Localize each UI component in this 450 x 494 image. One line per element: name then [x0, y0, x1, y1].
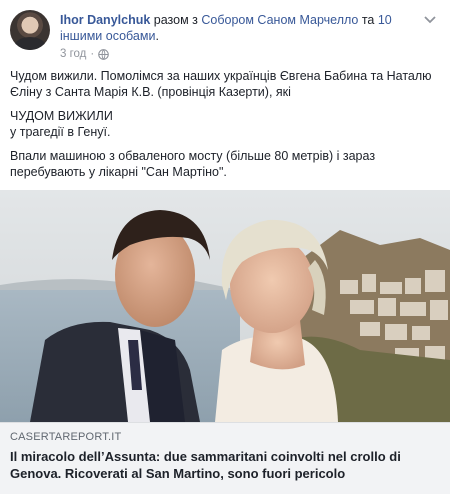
author-name-link[interactable]: Ihor Danylchuk	[60, 13, 150, 27]
post-content: Чудом вижили. Помолімся за наших українц…	[10, 68, 440, 188]
globe-icon[interactable]	[98, 48, 110, 60]
period-text: .	[155, 29, 159, 43]
with-text: разом з	[150, 13, 202, 27]
post-paragraph-3: Впали машиною з обваленого мосту (більше…	[10, 149, 376, 179]
post-line-caps: ЧУДОМ ВИЖИЛИ	[10, 109, 113, 123]
facebook-post: Ihor Danylchuk разом з Собором Саном Мар…	[0, 0, 450, 494]
post-meta: 3 год ·	[60, 48, 110, 60]
post-photo[interactable]	[0, 190, 450, 422]
link-preview[interactable]: CASERTAREPORT.IT Il miracolo dell’Assunt…	[0, 422, 450, 494]
link-preview-title[interactable]: Il miracolo dell’Assunta: due sammaritan…	[10, 448, 440, 482]
tagged-person-link[interactable]: Собором Саном Марчелло	[201, 13, 358, 27]
chevron-down-icon[interactable]	[422, 12, 438, 28]
post-line-genoa: у трагедії в Генуї.	[10, 125, 111, 139]
and-text: та	[358, 13, 378, 27]
post-header-text: Ihor Danylchuk разом з Собором Саном Мар…	[60, 12, 410, 44]
author-avatar[interactable]	[10, 10, 50, 50]
link-preview-domain: CASERTAREPORT.IT	[10, 431, 122, 443]
post-paragraph-1: Чудом вижили. Помолімся за наших українц…	[10, 69, 432, 99]
post-header: Ihor Danylchuk разом з Собором Саном Мар…	[10, 10, 440, 62]
meta-separator: ·	[90, 48, 95, 60]
post-time-link[interactable]: 3 год	[60, 48, 86, 60]
